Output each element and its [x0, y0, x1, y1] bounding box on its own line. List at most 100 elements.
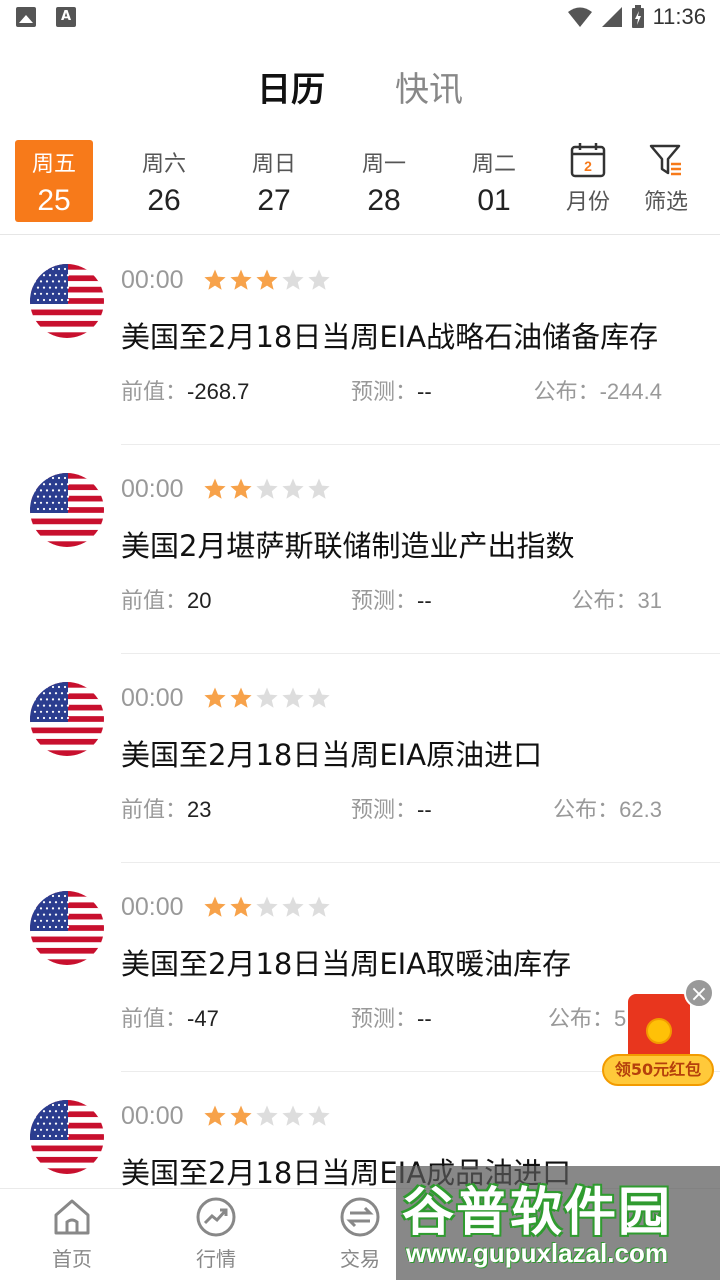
importance-stars [203, 268, 331, 292]
day-number: 28 [367, 184, 401, 217]
home-icon [54, 1199, 90, 1235]
star-filled-icon [204, 1105, 226, 1126]
forecast-number: -- [417, 1006, 432, 1031]
event-title: 美国2月堪萨斯联储制造业产出指数 [121, 529, 575, 563]
battery-charging-icon [631, 5, 644, 28]
day-tue[interactable]: 周二 01 [455, 140, 533, 222]
day-weekday: 周五 [31, 152, 76, 177]
star-empty-icon [308, 269, 330, 290]
star-filled-icon [204, 896, 226, 917]
red-packet-label: 领50元红包 [602, 1054, 714, 1086]
previous-label: 前值： [121, 589, 188, 614]
day-number: 01 [477, 184, 511, 217]
nav-home[interactable]: 首页 [22, 1195, 122, 1272]
day-weekday: 周一 [361, 152, 406, 177]
filter-label: 筛选 [643, 190, 688, 215]
day-weekday: 周六 [141, 152, 186, 177]
star-empty-icon [256, 687, 278, 708]
filter-button[interactable]: 筛选 [631, 142, 701, 216]
tab-calendar[interactable]: 日历 [257, 62, 325, 122]
nav-trade[interactable]: 交易 [310, 1195, 410, 1272]
actual-label: 公布： [553, 798, 620, 823]
calendar-icon-number: 2 [584, 158, 592, 174]
day-mon[interactable]: 周一 28 [345, 140, 423, 222]
us-flag-icon [30, 1100, 104, 1174]
star-empty-icon [308, 896, 330, 917]
coin-icon [646, 1018, 672, 1044]
site-watermark: 谷普软件园 www.gupuxlazal.com [396, 1166, 720, 1280]
nav-label: 行情 [196, 1247, 236, 1271]
importance-stars [203, 895, 331, 919]
nav-label: 交易 [340, 1247, 380, 1271]
actual-number: 62.3 [619, 797, 662, 822]
month-button[interactable]: 2 月份 [553, 142, 623, 216]
day-fri[interactable]: 周五 25 [15, 140, 93, 222]
previous-value: 前值：20 [121, 583, 212, 615]
us-flag-icon [30, 473, 104, 547]
forecast-value: 预测：-- [351, 792, 432, 824]
previous-label: 前值： [121, 1007, 188, 1032]
calendar-icon: 2 [570, 143, 606, 178]
star-filled-icon [230, 896, 252, 917]
app-notification-icon: A [56, 7, 76, 27]
nav-label: 首页 [52, 1247, 92, 1271]
forecast-number: -- [417, 379, 432, 404]
tab-flash-news[interactable]: 快讯 [395, 62, 463, 122]
star-filled-icon [230, 687, 252, 708]
filter-icon [649, 144, 681, 176]
star-filled-icon [204, 478, 226, 499]
event-item[interactable]: 00:00 美国至2月18日当周EIA原油进口 前值：23 预测：-- 公布：6… [0, 654, 720, 863]
star-empty-icon [308, 1105, 330, 1126]
actual-value: 公布：31 [572, 583, 663, 615]
us-flag-icon [30, 891, 104, 965]
star-filled-icon [230, 269, 252, 290]
event-time: 00:00 [121, 893, 184, 921]
day-sat[interactable]: 周六 26 [125, 140, 203, 222]
star-filled-icon [230, 1105, 252, 1126]
star-empty-icon [282, 896, 304, 917]
event-title: 美国至2月18日当周EIA战略石油储备库存 [121, 320, 659, 354]
star-filled-icon [204, 269, 226, 290]
event-time: 00:00 [121, 1102, 184, 1130]
event-time: 00:00 [121, 684, 184, 712]
previous-value: 前值：-47 [121, 1001, 219, 1033]
previous-value: 前值：-268.7 [121, 374, 249, 406]
star-empty-icon [282, 687, 304, 708]
red-packet-widget[interactable]: × 领50元红包 [602, 978, 714, 1088]
month-label: 月份 [565, 190, 610, 215]
forecast-label: 预测： [351, 380, 418, 405]
day-number: 26 [147, 184, 181, 217]
forecast-value: 预测：-- [351, 374, 432, 406]
forecast-label: 预测： [351, 589, 418, 614]
star-filled-icon [204, 687, 226, 708]
close-icon[interactable]: × [684, 978, 714, 1008]
nav-market[interactable]: 行情 [166, 1195, 266, 1272]
previous-number: 20 [187, 588, 212, 613]
day-sun[interactable]: 周日 27 [235, 140, 313, 222]
star-empty-icon [256, 896, 278, 917]
event-time: 00:00 [121, 266, 184, 294]
status-bar: A 11:36 [0, 0, 720, 36]
forecast-value: 预测：-- [351, 583, 432, 615]
actual-label: 公布： [571, 589, 638, 614]
actual-value: 公布：62.3 [553, 792, 662, 824]
previous-number: -268.7 [187, 379, 250, 404]
day-number: 27 [257, 184, 291, 217]
date-strip: 周五 25 周六 26 周日 27 周一 28 周二 01 2 月份 筛选 [0, 140, 720, 224]
gallery-notification-icon [16, 7, 36, 27]
star-filled-icon [230, 478, 252, 499]
star-empty-icon [282, 1105, 304, 1126]
event-item[interactable]: 00:00 美国至2月18日当周EIA战略石油储备库存 前值：-268.7 预测… [0, 236, 720, 445]
star-empty-icon [282, 269, 304, 290]
event-title: 美国至2月18日当周EIA取暖油库存 [121, 947, 572, 981]
event-list: 00:00 美国至2月18日当周EIA战略石油储备库存 前值：-268.7 预测… [0, 236, 720, 1280]
watermark-url: www.gupuxlazal.com [406, 1238, 668, 1268]
exchange-icon [340, 1197, 380, 1237]
star-empty-icon [256, 1105, 278, 1126]
forecast-number: -- [417, 797, 432, 822]
event-item[interactable]: 00:00 美国2月堪萨斯联储制造业产出指数 前值：20 预测：-- 公布：31 [0, 445, 720, 654]
actual-value: 公布：-244.4 [534, 374, 662, 406]
us-flag-icon [30, 264, 104, 338]
star-filled-icon [256, 269, 278, 290]
watermark-text: 谷普软件园 [402, 1183, 673, 1243]
